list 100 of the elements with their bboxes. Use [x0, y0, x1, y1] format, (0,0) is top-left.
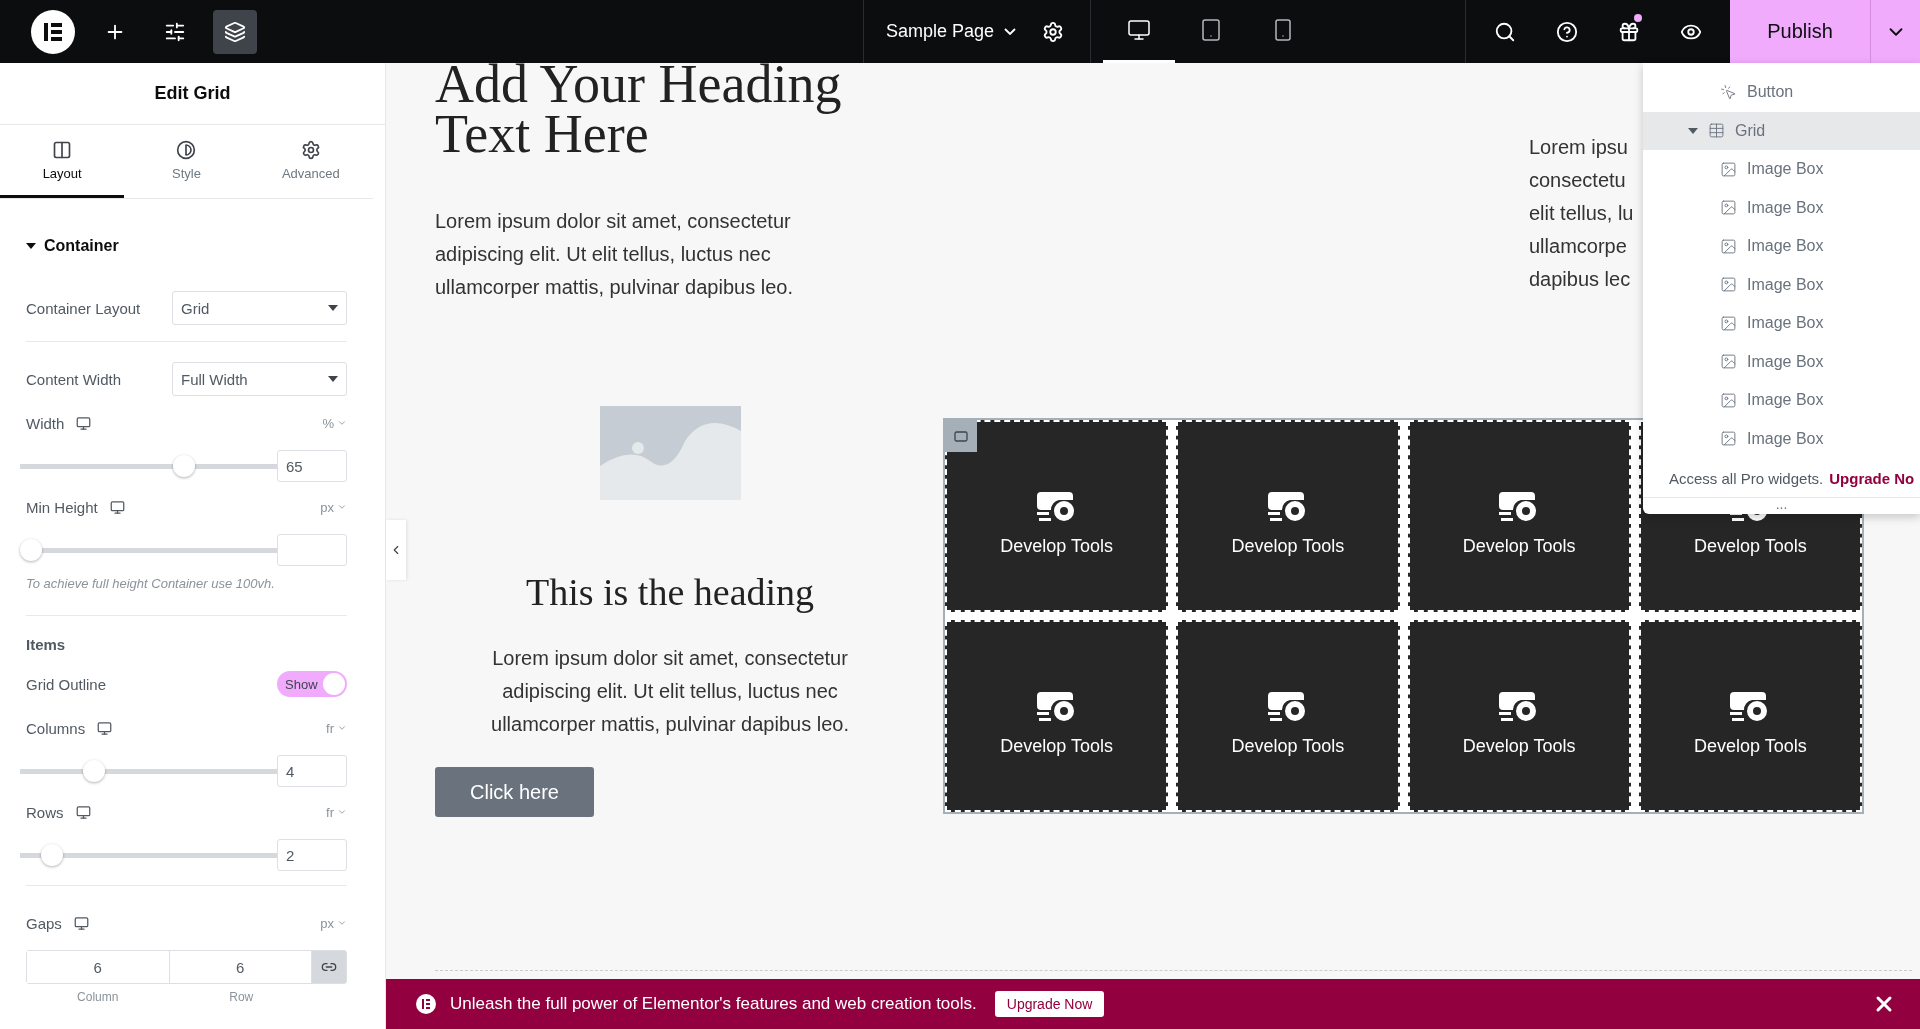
image-icon [1720, 199, 1737, 217]
number-input[interactable]: 2 [277, 839, 347, 871]
body-text-line: dapibus lec [1529, 267, 1631, 292]
chevron-icon [337, 723, 347, 733]
banner-text: Unleash the full power of Elementor's features and web creation tools. [450, 994, 977, 1014]
input-caption: Column [76, 990, 120, 1004]
gap-fields[interactable]: 6 6 [26, 950, 347, 984]
grid-cell[interactable]: Develop Tools [945, 420, 1169, 612]
image-icon [1720, 391, 1737, 409]
chevron-icon [337, 918, 347, 928]
promo-text: Access all Pro widgets. [1669, 470, 1824, 487]
cell-title: Develop Tools [1462, 536, 1576, 557]
body-text-line: elit tellus, lu [1529, 201, 1634, 226]
publish-button[interactable]: Publish [1730, 0, 1870, 63]
desktop-icon[interactable] [76, 415, 92, 431]
grid-cell[interactable]: Develop Tools [1176, 620, 1400, 812]
layers-icon [224, 20, 246, 43]
help-icon [1556, 20, 1578, 43]
desktop-icon[interactable] [109, 499, 125, 515]
select-field[interactable]: Full Width [172, 362, 347, 396]
pointer-icon [1720, 83, 1737, 101]
chevron-icon [337, 502, 347, 512]
select-field[interactable]: Grid [172, 291, 347, 325]
number-input[interactable]: 65 [277, 450, 347, 482]
tablet-icon [1199, 18, 1223, 42]
caret-icon[interactable] [1688, 127, 1698, 134]
caret-icon [328, 376, 338, 382]
layers-button[interactable] [213, 9, 257, 54]
page-selector[interactable]: Sample Page [863, 21, 1016, 42]
gap-input[interactable]: 6 [27, 951, 170, 983]
desktop-icon[interactable] [73, 915, 89, 931]
elementor-logo [416, 994, 436, 1014]
slider-thumb[interactable] [83, 760, 106, 782]
input-caption: Row [228, 990, 255, 1004]
toggle-switch[interactable]: Show [277, 671, 347, 697]
gift-icon [1618, 20, 1640, 43]
settings-button[interactable] [1042, 20, 1064, 43]
navigator-item[interactable]: Image Box [1643, 265, 1920, 304]
field-label: Width [26, 414, 65, 432]
cell-title: Develop Tools [1694, 536, 1807, 557]
gear-icon [1042, 20, 1064, 43]
upgrade-button[interactable]: Upgrade Now [994, 991, 1105, 1017]
sliders-icon [164, 20, 186, 43]
cta-button[interactable]: Click here [435, 767, 594, 817]
field-label: Columns [26, 719, 86, 737]
slider-thumb[interactable] [41, 844, 64, 866]
navigator-item[interactable]: Button [1643, 73, 1920, 112]
image-icon [1720, 314, 1737, 332]
navigator-item[interactable]: Image Box [1643, 304, 1920, 343]
cell-title: Develop Tools [1231, 736, 1345, 757]
field-label: Rows [26, 803, 64, 821]
grid-cell[interactable]: Develop Tools [1638, 620, 1862, 812]
panel-tab[interactable]: Advanced [248, 125, 373, 198]
field-label: Container Layout [26, 299, 141, 317]
grid-cell[interactable]: Develop Tools [1176, 420, 1400, 612]
navigator-item[interactable]: Image Box [1643, 188, 1920, 227]
body-text-line: consectetu [1529, 168, 1626, 193]
container-handle[interactable] [945, 420, 977, 452]
desktop-icon[interactable] [75, 804, 91, 820]
navigator-item[interactable]: Grid [1643, 111, 1920, 150]
more-indicator[interactable]: ... [1643, 497, 1920, 514]
cell-title: Develop Tools [1231, 536, 1345, 557]
panel-tab[interactable]: Style [124, 125, 249, 198]
link-button[interactable] [312, 951, 346, 983]
panel-title: Edit Grid [0, 63, 385, 125]
desktop-icon [1127, 18, 1151, 42]
group-heading: Items [26, 636, 67, 653]
slider-thumb[interactable] [172, 455, 195, 477]
body-text: Lorem ipsum dolor sit amet, consectetur adipiscing elit. Ut elit tellus, luctus nec ullamcorper mattis, pulvinar dapibus leo. [490, 646, 850, 737]
cell-title: Develop Tools [1462, 736, 1576, 757]
navigator-item[interactable]: Image Box [1643, 342, 1920, 381]
grid-cell[interactable]: Develop Tools [1407, 420, 1631, 612]
field-label: Grid Outline [26, 675, 107, 693]
image-icon [1720, 237, 1737, 255]
field-label: Gaps [26, 914, 62, 932]
columns-icon [52, 139, 73, 160]
table-icon [1708, 122, 1725, 140]
desktop-icon[interactable] [97, 720, 113, 736]
page-heading: Add Your Heading Text Here [435, 59, 843, 159]
number-input[interactable]: 4 [277, 755, 347, 787]
field-label: Min Height [26, 498, 98, 516]
search-icon [1494, 20, 1516, 43]
panel-tab[interactable]: Layout [0, 125, 125, 198]
elementor-logo[interactable] [31, 9, 75, 54]
navigator-item[interactable]: Image Box [1643, 150, 1920, 189]
section-toggle[interactable]: Container [26, 237, 347, 255]
grid-cell[interactable]: Develop Tools [945, 620, 1169, 812]
image-icon [1720, 276, 1737, 294]
frame-icon [954, 430, 968, 442]
caret-icon [328, 305, 338, 311]
body-text: Lorem ipsum dolor sit amet, consectetur adipiscing elit. Ut elit tellus, luctus nec ullamcorper mattis, pulvinar dapibus leo. [435, 209, 794, 300]
chevron-icon [337, 418, 347, 428]
navigator-item[interactable]: Image Box [1643, 227, 1920, 266]
chevron-icon [1004, 28, 1016, 35]
section-heading: This is the heading [525, 570, 815, 614]
navigator-item[interactable]: Image Box [1643, 381, 1920, 420]
slider-thumb[interactable] [20, 539, 42, 561]
image-icon [1720, 430, 1737, 448]
grid-cell[interactable]: Develop Tools [1407, 620, 1631, 812]
number-input[interactable] [277, 534, 347, 566]
